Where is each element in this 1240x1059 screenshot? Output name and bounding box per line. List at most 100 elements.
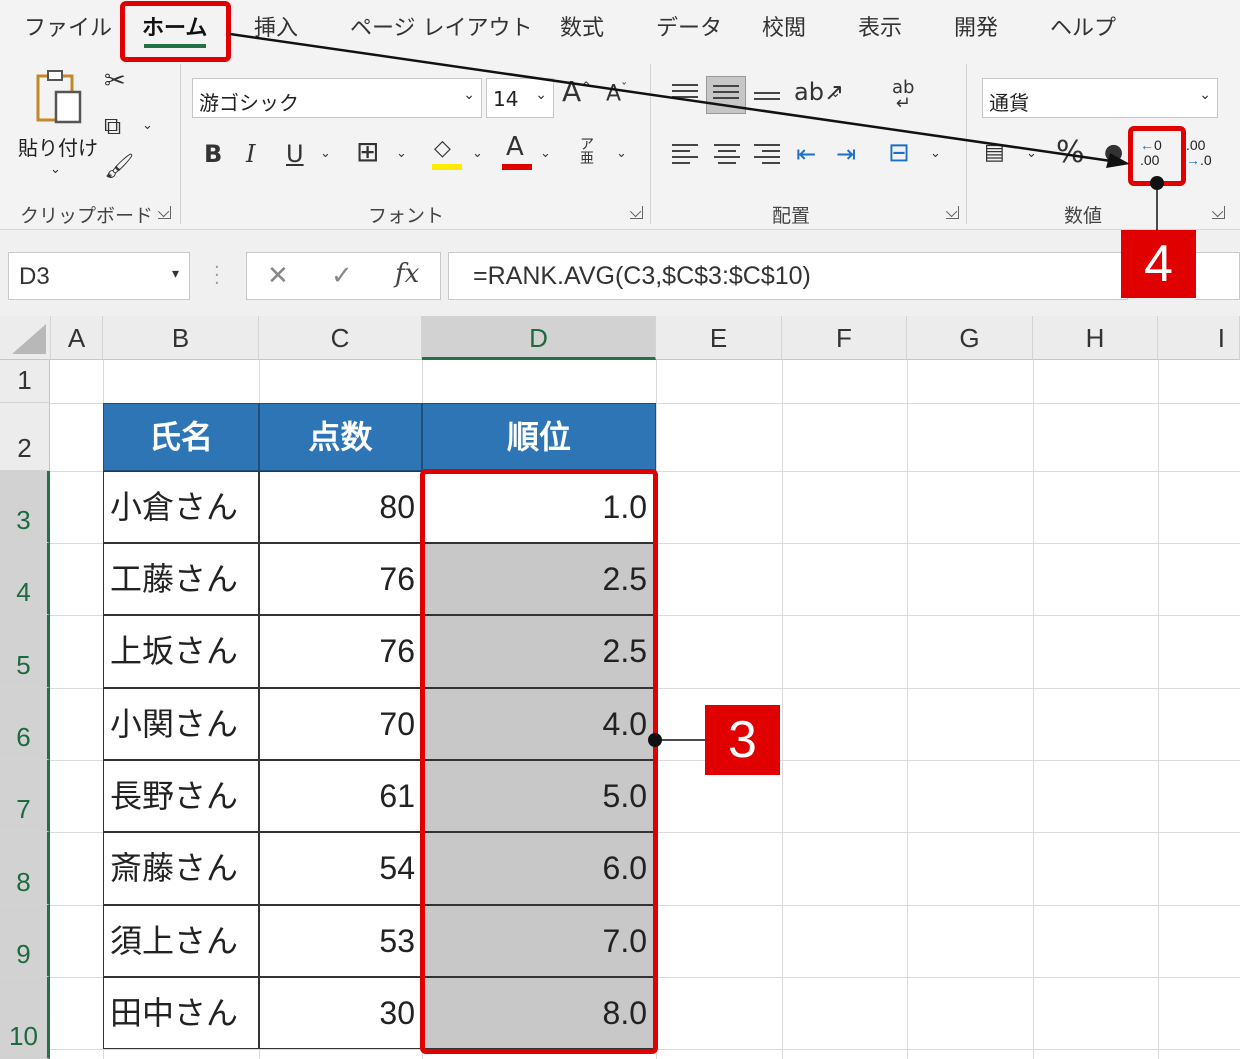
cut-icon[interactable]: ✂ bbox=[104, 68, 126, 94]
score-cell[interactable]: 54 bbox=[259, 832, 422, 905]
row-header-2[interactable]: 2 bbox=[0, 403, 50, 471]
grow-font-icon[interactable]: A^ bbox=[562, 78, 591, 106]
worksheet-grid[interactable]: A B C D E F G H I 1 2 3 4 5 6 7 8 9 10 氏… bbox=[0, 316, 1240, 1059]
comma-style-icon[interactable]: ● bbox=[1104, 142, 1123, 164]
bold-button[interactable]: B bbox=[204, 142, 222, 166]
insert-function-icon[interactable]: fx bbox=[395, 261, 419, 287]
column-header-d[interactable]: D bbox=[422, 316, 656, 360]
accounting-format-icon[interactable]: ▤ bbox=[984, 142, 1005, 164]
row-header-6[interactable]: 6 bbox=[0, 688, 50, 760]
column-header-g[interactable]: G bbox=[907, 316, 1033, 360]
tab-help[interactable]: ヘルプ bbox=[1050, 10, 1116, 42]
tab-insert[interactable]: 挿入 bbox=[254, 10, 298, 42]
align-top-icon[interactable] bbox=[672, 84, 698, 106]
chevron-down-icon[interactable]: ⌄ bbox=[540, 146, 551, 161]
row-header-4[interactable]: 4 bbox=[0, 543, 50, 615]
name-cell[interactable]: 小倉さん bbox=[103, 471, 259, 543]
chevron-down-icon[interactable]: ⌄ bbox=[616, 146, 627, 161]
column-header-a[interactable]: A bbox=[51, 316, 103, 360]
phonetic-guide-icon[interactable]: ア亜 bbox=[580, 138, 594, 166]
merge-center-icon[interactable]: ⊟ bbox=[888, 140, 910, 166]
column-header-i[interactable]: I bbox=[1158, 316, 1240, 360]
align-center-icon[interactable] bbox=[714, 144, 740, 166]
dialog-launcher-icon[interactable] bbox=[158, 206, 171, 219]
row-header-7[interactable]: 7 bbox=[0, 760, 50, 832]
borders-icon[interactable]: ⊞ bbox=[356, 138, 379, 166]
paste-button[interactable]: 貼り付け ⌄ bbox=[14, 66, 98, 186]
italic-button[interactable]: I bbox=[246, 142, 255, 166]
select-all-button[interactable] bbox=[0, 316, 51, 360]
column-header-f[interactable]: F bbox=[782, 316, 907, 360]
tab-view[interactable]: 表示 bbox=[858, 10, 902, 42]
chevron-down-icon[interactable]: ⌄ bbox=[142, 118, 153, 133]
column-header-b[interactable]: B bbox=[103, 316, 259, 360]
increase-indent-icon[interactable]: ⇥ bbox=[836, 142, 856, 166]
dialog-launcher-icon[interactable] bbox=[946, 206, 959, 219]
score-cell[interactable]: 61 bbox=[259, 760, 422, 832]
drag-handle-icon[interactable]: · · · bbox=[214, 259, 220, 293]
tab-page-layout[interactable]: ページ レイアウト bbox=[350, 10, 533, 42]
score-cell[interactable]: 80 bbox=[259, 471, 422, 543]
underline-button[interactable]: U bbox=[286, 142, 304, 166]
align-right-icon[interactable] bbox=[754, 144, 780, 166]
header-cell-score[interactable]: 点数 bbox=[259, 403, 422, 471]
chevron-down-icon[interactable]: ⌄ bbox=[396, 146, 407, 161]
decrease-indent-icon[interactable]: ⇤ bbox=[796, 142, 816, 166]
fill-color-icon[interactable]: ◇ bbox=[432, 138, 462, 170]
row-header-9[interactable]: 9 bbox=[0, 905, 50, 977]
cancel-icon[interactable]: ✕ bbox=[267, 263, 289, 289]
dialog-launcher-icon[interactable] bbox=[1212, 206, 1225, 219]
chevron-down-icon[interactable]: ⌄ bbox=[830, 86, 841, 101]
chevron-down-icon[interactable]: ⌄ bbox=[472, 146, 483, 161]
name-box[interactable]: D3 ▾ bbox=[8, 252, 190, 300]
shrink-font-icon[interactable]: Aˇ bbox=[606, 82, 627, 105]
chevron-down-icon[interactable]: ⌄ bbox=[320, 146, 331, 161]
score-cell[interactable]: 30 bbox=[259, 977, 422, 1049]
chevron-down-icon[interactable]: ⌄ bbox=[930, 146, 941, 161]
column-header-e[interactable]: E bbox=[656, 316, 782, 360]
name-cell[interactable]: 上坂さん bbox=[103, 615, 259, 688]
name-cell[interactable]: 斎藤さん bbox=[103, 832, 259, 905]
column-header-c[interactable]: C bbox=[259, 316, 422, 360]
format-painter-icon[interactable]: 🖌 bbox=[104, 154, 134, 178]
font-size-select[interactable]: 14 ⌄ bbox=[486, 78, 554, 118]
copy-icon[interactable]: ⧉ bbox=[104, 114, 121, 138]
align-bottom-icon[interactable] bbox=[754, 92, 780, 114]
name-cell[interactable]: 工藤さん bbox=[103, 543, 259, 615]
percent-style-button[interactable]: % bbox=[1056, 138, 1085, 168]
font-color-icon[interactable]: A bbox=[502, 134, 532, 170]
font-name-select[interactable]: 游ゴシック ⌄ bbox=[192, 78, 482, 118]
name-cell[interactable]: 長野さん bbox=[103, 760, 259, 832]
header-cell-name[interactable]: 氏名 bbox=[103, 403, 259, 471]
align-middle-button[interactable] bbox=[706, 76, 746, 114]
name-cell[interactable]: 小関さん bbox=[103, 688, 259, 760]
row-header-3[interactable]: 3 bbox=[0, 471, 50, 543]
score-cell[interactable]: 70 bbox=[259, 688, 422, 760]
header-cell-rank[interactable]: 順位 bbox=[422, 403, 656, 471]
row-header-1[interactable]: 1 bbox=[0, 360, 50, 403]
row-header-8[interactable]: 8 bbox=[0, 832, 50, 905]
number-format-select[interactable]: 通貨 ⌄ bbox=[982, 78, 1218, 118]
wrap-text-icon[interactable]: ab ↵ bbox=[892, 79, 914, 113]
name-cell[interactable]: 須上さん bbox=[103, 905, 259, 977]
name-cell[interactable]: 田中さん bbox=[103, 977, 259, 1049]
formula-input-extension[interactable] bbox=[1195, 252, 1240, 300]
tab-file[interactable]: ファイル bbox=[24, 10, 112, 42]
increase-decimal-button[interactable]: .00 →.0 bbox=[1186, 138, 1226, 176]
score-cell[interactable]: 53 bbox=[259, 905, 422, 977]
dialog-launcher-icon[interactable] bbox=[630, 206, 643, 219]
row-header-10[interactable]: 10 bbox=[0, 977, 50, 1059]
align-left-icon[interactable] bbox=[672, 144, 698, 166]
tab-developer[interactable]: 開発 bbox=[954, 10, 998, 42]
select-all-triangle-icon bbox=[12, 324, 46, 354]
formula-input[interactable]: =RANK.AVG(C3,$C$3:$C$10) bbox=[448, 252, 1128, 300]
enter-icon[interactable]: ✓ bbox=[331, 263, 353, 289]
score-cell[interactable]: 76 bbox=[259, 615, 422, 688]
column-header-h[interactable]: H bbox=[1033, 316, 1158, 360]
row-header-5[interactable]: 5 bbox=[0, 615, 50, 688]
chevron-down-icon[interactable]: ⌄ bbox=[1026, 146, 1037, 161]
tab-review[interactable]: 校閲 bbox=[762, 10, 806, 42]
score-cell[interactable]: 76 bbox=[259, 543, 422, 615]
tab-data[interactable]: データ bbox=[656, 10, 722, 42]
tab-formulas[interactable]: 数式 bbox=[560, 10, 604, 42]
